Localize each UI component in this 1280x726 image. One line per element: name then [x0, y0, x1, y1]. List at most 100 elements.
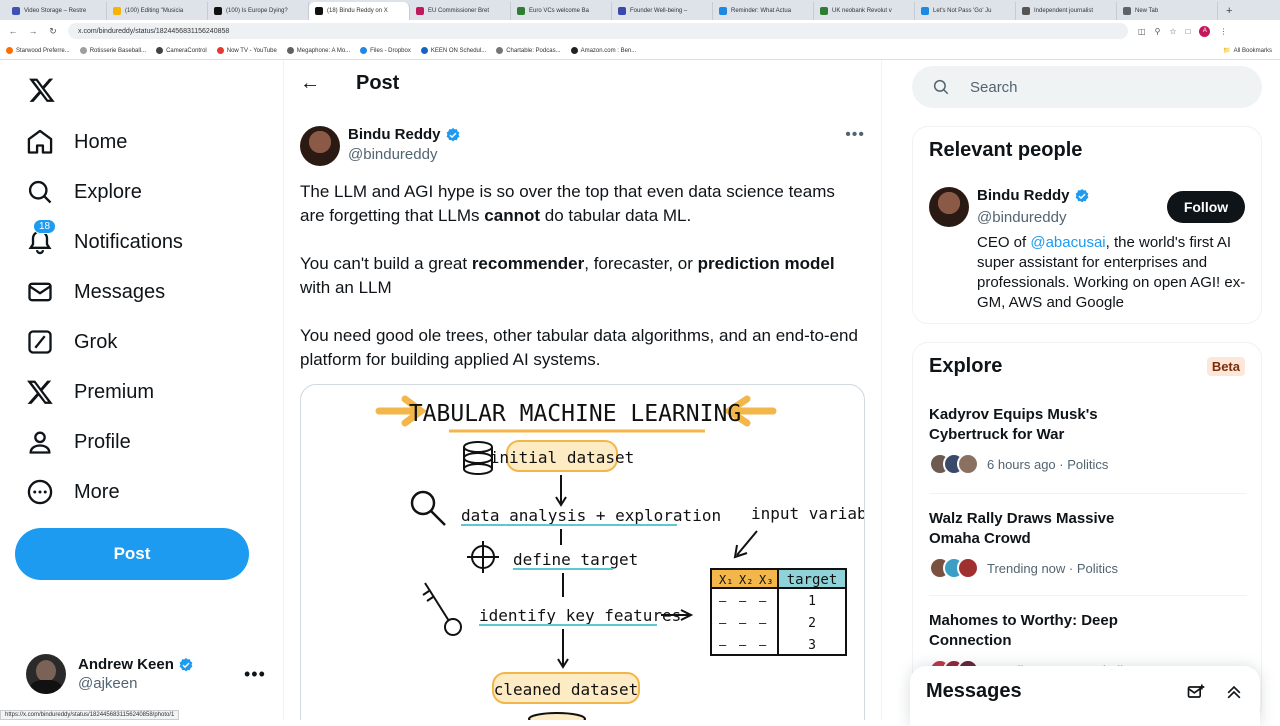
bookmark-label: Now TV - YouTube	[226, 47, 277, 54]
verified-badge-icon	[179, 657, 193, 671]
tweet-bold-prediction-model: prediction model	[697, 254, 835, 273]
tab-favicon-icon	[113, 7, 121, 15]
bookmark-item[interactable]: CameraControl	[156, 47, 207, 54]
bookmark-item[interactable]: Now TV - YouTube	[216, 47, 277, 54]
trend-item[interactable]: Kadyrov Equips Musk's Cybertruck for War…	[929, 405, 1247, 475]
new-message-icon[interactable]	[1186, 682, 1206, 702]
key-icon	[422, 582, 462, 636]
bookmark-item[interactable]: Amazon.com : Ben...	[570, 47, 637, 54]
browser-actions: ◫ ⚲ ☆ □ A ⋮	[1138, 25, 1227, 37]
back-arrow-icon[interactable]: ←	[8, 26, 18, 36]
post-button[interactable]: Post	[15, 528, 249, 580]
search-input[interactable]: Search	[970, 79, 1018, 96]
browser-tab[interactable]: (18) Bindu Reddy on X	[309, 2, 410, 20]
nav-messages[interactable]: Messages	[26, 278, 165, 306]
nav-profile[interactable]: Profile	[26, 428, 131, 456]
chevron-up-icon[interactable]	[1224, 682, 1244, 702]
search-box[interactable]: Search	[912, 66, 1262, 108]
nav-premium[interactable]: Premium	[26, 378, 154, 406]
back-arrow-icon[interactable]: ←	[300, 72, 320, 95]
forward-arrow-icon[interactable]: →	[28, 26, 38, 36]
bio-mention-link[interactable]: @abacusai	[1030, 234, 1105, 251]
trend-item[interactable]: Walz Rally Draws Massive Omaha Crowd Tre…	[929, 509, 1247, 579]
all-bookmarks-label: All Bookmarks	[1233, 47, 1272, 54]
browser-tab[interactable]: Let's Not Pass 'Go' Ju	[915, 2, 1016, 20]
bookmark-item[interactable]: Starwood Preferre...	[6, 47, 70, 54]
bookmark-item[interactable]: Megaphone: A Mo...	[286, 47, 350, 54]
divider	[929, 493, 1247, 494]
nav-home[interactable]: Home	[26, 128, 127, 156]
x-logo-icon[interactable]	[28, 76, 56, 104]
tab-favicon-icon	[517, 7, 525, 15]
nav-more[interactable]: More	[26, 478, 120, 506]
nav-grok-label: Grok	[74, 330, 118, 353]
browser-tab[interactable]: (100) Editing "Musicia	[107, 2, 208, 20]
author-name[interactable]: Bindu Reddy	[348, 126, 441, 143]
table-cell: 3	[808, 638, 816, 653]
post-more-icon[interactable]: •••	[845, 126, 865, 144]
account-more-icon[interactable]: •••	[244, 664, 266, 685]
browser-tab[interactable]: UK neobank Revolut v	[814, 2, 915, 20]
table-cell: 1	[808, 594, 816, 609]
browser-tab[interactable]: New Tab	[1117, 2, 1218, 20]
nav-grok[interactable]: Grok	[26, 328, 117, 356]
step-cleaned-dataset: cleaned dataset	[494, 680, 639, 699]
account-switcher[interactable]: Andrew Keen @ajkeen	[26, 654, 194, 694]
extensions-icon[interactable]: □	[1186, 27, 1191, 36]
post-author[interactable]: Bindu Reddy @bindureddy	[300, 126, 461, 166]
browser-tab[interactable]: Founder Well-being –	[612, 2, 713, 20]
nav-notifications[interactable]: 18 Notifications	[26, 219, 183, 256]
browser-tab[interactable]: EU Commissioner Bret	[410, 2, 511, 20]
table-cell: —	[759, 616, 767, 630]
relevant-person-avatar[interactable]	[929, 187, 969, 227]
messages-drawer[interactable]: Messages	[910, 666, 1260, 726]
post-image[interactable]: TABULAR MACHINE LEARNING initial dataset…	[300, 384, 865, 720]
zoom-icon[interactable]: ⚲	[1155, 27, 1161, 36]
tweet-text-segment: do tabular data ML.	[540, 206, 692, 225]
nav-explore[interactable]: Explore	[26, 178, 142, 206]
explore-panel: Explore Beta Kadyrov Equips Musk's Cyber…	[912, 342, 1262, 722]
bell-wrap: 18	[26, 219, 57, 256]
reload-icon[interactable]: ↻	[48, 26, 58, 37]
bookmark-item[interactable]: Chartable: Podcas...	[496, 47, 561, 54]
browser-tab[interactable]: Video Storage – Restre	[6, 2, 107, 20]
follow-button[interactable]: Follow	[1167, 191, 1245, 223]
browser-tab[interactable]: Euro VCs welcome Ba	[511, 2, 612, 20]
browser-tab-label: Independent journalist	[1034, 8, 1094, 14]
account-handle: @ajkeen	[78, 675, 138, 692]
relevant-person-handle[interactable]: @bindureddy	[977, 209, 1066, 226]
author-avatar[interactable]	[300, 126, 340, 166]
table-header-target: target	[787, 572, 838, 588]
author-handle[interactable]: @bindureddy	[348, 146, 461, 163]
bookmark-item[interactable]: Files - Dropbox	[360, 47, 411, 54]
table-cell: —	[719, 638, 727, 652]
bookmark-item[interactable]: Rotisserie Baseball...	[79, 47, 146, 54]
tweet-text: The LLM and AGI hype is so over the top …	[300, 180, 860, 396]
bookmark-label: Amazon.com : Ben...	[580, 47, 637, 54]
relevant-person-name[interactable]: Bindu Reddy	[977, 187, 1070, 204]
home-icon	[27, 129, 53, 154]
browser-tab[interactable]: Independent journalist	[1016, 2, 1117, 20]
browser-tab-label: (100) Editing "Musicia	[125, 8, 184, 14]
table-header-x2: X₂	[739, 573, 753, 587]
step-define-target: define target	[513, 550, 638, 569]
browser-tab-label: EU Commissioner Bret	[428, 8, 490, 14]
bookmark-item[interactable]: KEEN ON Schedul...	[420, 47, 486, 54]
tweet-text-segment: with an LLM	[300, 278, 392, 297]
tweet-bold-cannot: cannot	[484, 206, 541, 225]
all-bookmarks[interactable]: 📁 All Bookmarks	[1223, 47, 1272, 55]
table-cell: —	[719, 594, 727, 608]
table-cell: —	[759, 638, 767, 652]
browser-tab[interactable]: Reminder: What Actua	[713, 2, 814, 20]
browser-tab-strip: Video Storage – Restre (100) Editing "Mus…	[0, 0, 1280, 20]
bookmark-favicon-icon	[79, 47, 87, 54]
relevant-person-name-row[interactable]: Bindu Reddy	[977, 187, 1090, 204]
cast-icon[interactable]: ◫	[1138, 27, 1146, 36]
tweet-text-segment: , forecaster, or	[584, 254, 698, 273]
browser-tab[interactable]: (100) Is Europe Dying?	[208, 2, 309, 20]
chrome-menu-icon[interactable]: ⋮	[1219, 27, 1227, 36]
address-bar[interactable]: x.com/bindureddy/status/1824456831156240…	[68, 23, 1128, 39]
profile-avatar[interactable]: A	[1199, 25, 1211, 37]
bookmark-star-icon[interactable]: ☆	[1169, 27, 1176, 36]
new-tab-button[interactable]: +	[1218, 2, 1240, 20]
